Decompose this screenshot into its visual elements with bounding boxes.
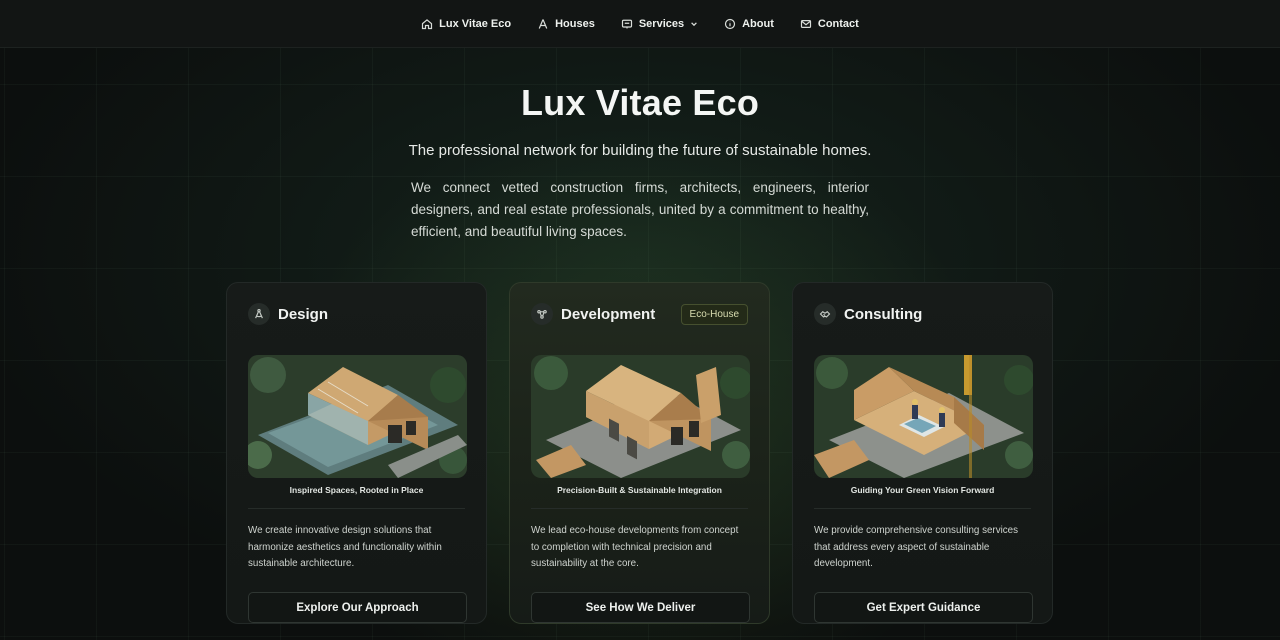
nav-item-services[interactable]: Services	[611, 12, 708, 36]
see-how-we-deliver-button[interactable]: See How We Deliver	[531, 592, 750, 623]
card-title: Development	[561, 305, 656, 323]
card-caption: Precision-Built & Sustainable Integratio…	[557, 485, 722, 495]
development-house-image	[531, 355, 750, 478]
hero-intro: We connect vetted construction firms, ar…	[411, 180, 869, 239]
services-icon	[621, 19, 632, 28]
card-header: Development Eco-House	[531, 303, 748, 325]
hero-tagline: The professional network for building th…	[408, 142, 872, 159]
nav-label: About	[742, 17, 774, 30]
design-house-image	[248, 355, 467, 478]
nav-item-contact[interactable]: Contact	[790, 12, 869, 36]
card-consulting: Consulting Guiding Your Green Vision For…	[792, 282, 1053, 624]
houses-icon	[538, 18, 548, 29]
handshake-icon	[814, 303, 836, 325]
service-cards: Design Inspired Spaces, Rooted in Place …	[226, 282, 1053, 624]
chevron-down-icon	[691, 21, 697, 26]
mail-icon	[800, 19, 811, 28]
card-description: We lead eco-house developments from conc…	[531, 525, 739, 569]
network-icon	[531, 303, 553, 325]
nav-item-houses[interactable]: Houses	[527, 12, 605, 36]
nav-label: Houses	[555, 17, 595, 30]
consulting-house-image	[814, 355, 1033, 478]
get-expert-guidance-button[interactable]: Get Expert Guidance	[814, 592, 1033, 623]
card-title: Design	[278, 305, 329, 323]
card-caption: Guiding Your Green Vision Forward	[850, 485, 995, 495]
card-divider	[531, 508, 748, 509]
explore-approach-button[interactable]: Explore Our Approach	[248, 592, 467, 623]
top-nav: Lux Vitae Eco Houses Services About Cont…	[0, 0, 1280, 48]
nav-item-home[interactable]: Lux Vitae Eco	[411, 12, 521, 36]
page-title: Lux Vitae Eco	[520, 82, 760, 123]
card-design: Design Inspired Spaces, Rooted in Place …	[226, 282, 487, 624]
nav-label: Contact	[817, 17, 859, 30]
compass-icon	[248, 303, 270, 325]
eco-house-badge: Eco-House	[680, 303, 748, 325]
card-development: Development Eco-House Precision-Built & …	[509, 282, 770, 624]
card-description: We create innovative design solutions th…	[248, 525, 442, 569]
card-divider	[248, 508, 465, 509]
home-icon	[422, 18, 433, 29]
card-header: Design	[248, 303, 465, 325]
card-divider	[814, 508, 1031, 509]
card-caption: Inspired Spaces, Rooted in Place	[289, 485, 424, 495]
card-header: Consulting	[814, 303, 1031, 325]
card-title: Consulting	[844, 305, 923, 323]
card-description: We provide comprehensive consulting serv…	[814, 525, 1019, 569]
nav-label: Lux Vitae Eco	[439, 17, 512, 30]
nav-item-about[interactable]: About	[714, 12, 784, 36]
nav-label: Services	[638, 17, 685, 30]
info-icon	[725, 18, 736, 29]
hero-section: Lux Vitae Eco The professional network f…	[0, 48, 1280, 243]
